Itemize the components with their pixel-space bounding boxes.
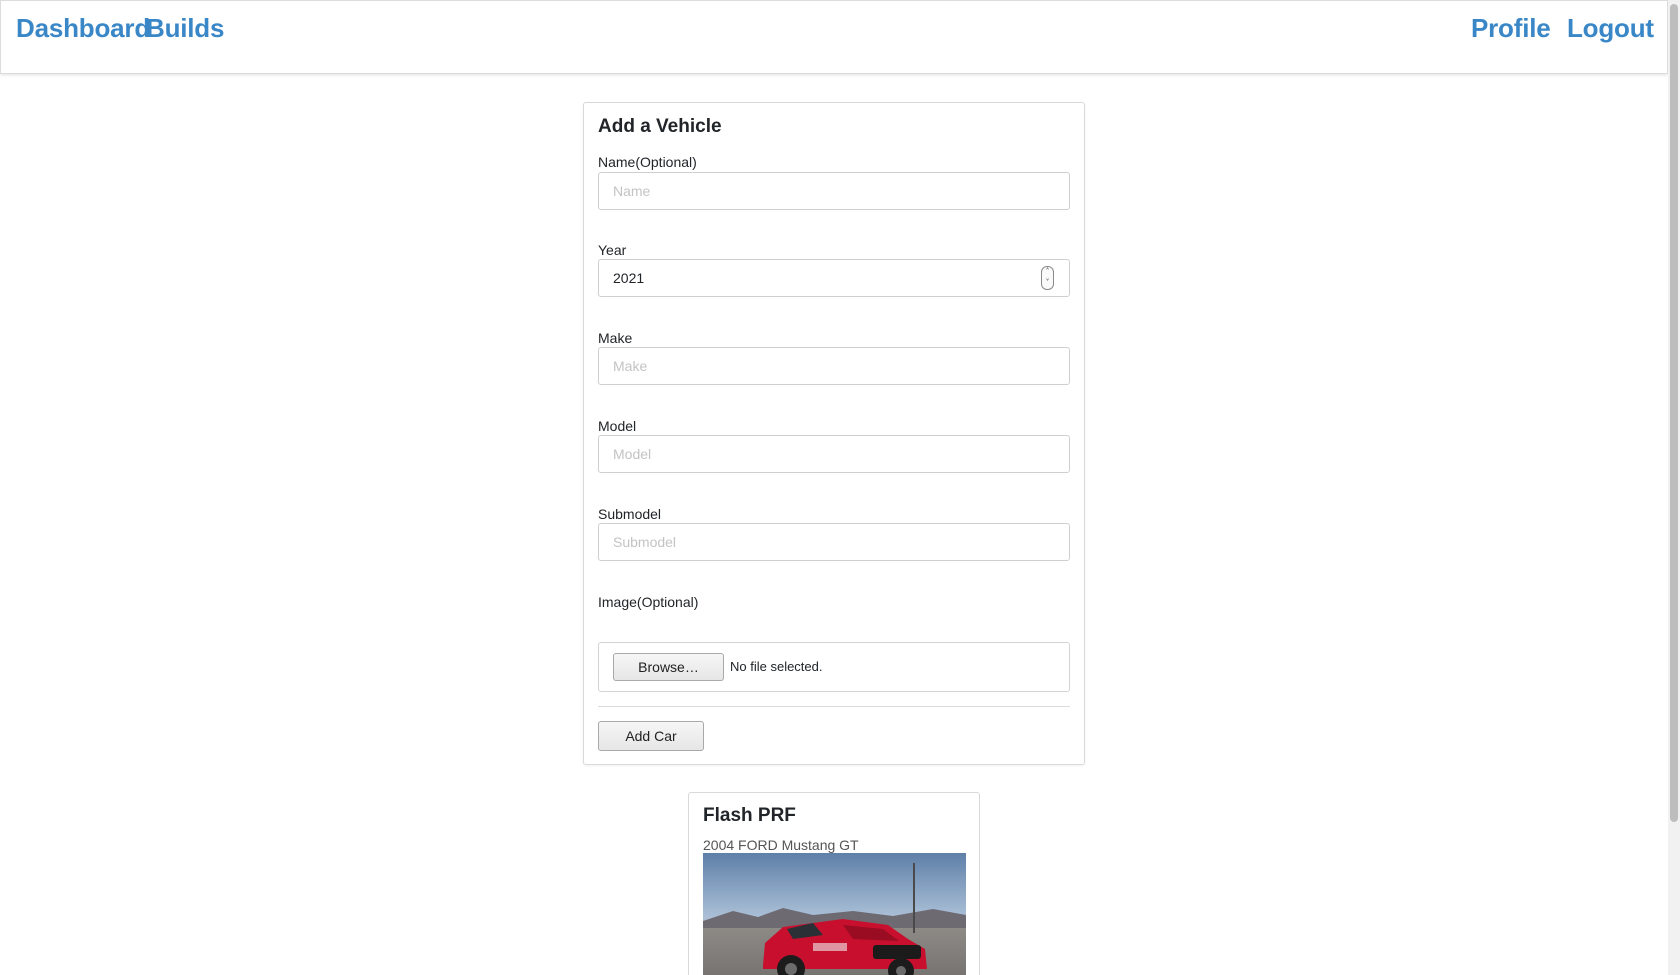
name-label: Name(Optional) (598, 154, 697, 170)
vehicle-name: Flash PRF (703, 805, 796, 826)
year-input[interactable]: 2021 ˄ ˅ (598, 259, 1070, 297)
vehicle-photo[interactable] (703, 853, 966, 975)
page: Dashboard Builds Profile Logout Add a Ve… (0, 0, 1680, 975)
nav-dashboard-link[interactable]: Dashboard (16, 13, 150, 44)
stepper-down-icon[interactable]: ˅ (1042, 278, 1053, 289)
year-label: Year (598, 242, 627, 258)
add-car-button[interactable]: Add Car (598, 721, 704, 751)
add-vehicle-card: Add a Vehicle Name(Optional) Year 2021 ˄… (583, 102, 1085, 765)
browse-button[interactable]: Browse… (613, 653, 724, 681)
vehicle-description: 2004 FORD Mustang GT (703, 837, 859, 853)
model-input[interactable] (598, 435, 1070, 473)
navbar: Dashboard Builds Profile Logout (0, 0, 1668, 74)
stepper-up-icon[interactable]: ˄ (1042, 267, 1053, 278)
form-divider (598, 706, 1070, 707)
nav-profile-link[interactable]: Profile (1471, 13, 1551, 44)
image-file-input: Browse… No file selected. (598, 642, 1070, 692)
image-label: Image(Optional) (598, 594, 699, 610)
car-photo-image (703, 853, 966, 975)
year-stepper[interactable]: ˄ ˅ (1041, 266, 1054, 290)
form-title: Add a Vehicle (598, 116, 722, 137)
year-value: 2021 (613, 270, 645, 286)
nav-logout-link[interactable]: Logout (1567, 13, 1654, 44)
scrollbar-thumb[interactable] (1670, 4, 1678, 822)
file-status-text: No file selected. (730, 659, 823, 674)
nav-builds-link[interactable]: Builds (146, 13, 224, 44)
submodel-label: Submodel (598, 506, 662, 522)
submodel-input[interactable] (598, 523, 1070, 561)
name-input[interactable] (598, 172, 1070, 210)
make-input[interactable] (598, 347, 1070, 385)
make-label: Make (598, 330, 633, 346)
vehicle-card[interactable]: Flash PRF 2004 FORD Mustang GT (688, 792, 980, 975)
model-label: Model (598, 418, 637, 434)
